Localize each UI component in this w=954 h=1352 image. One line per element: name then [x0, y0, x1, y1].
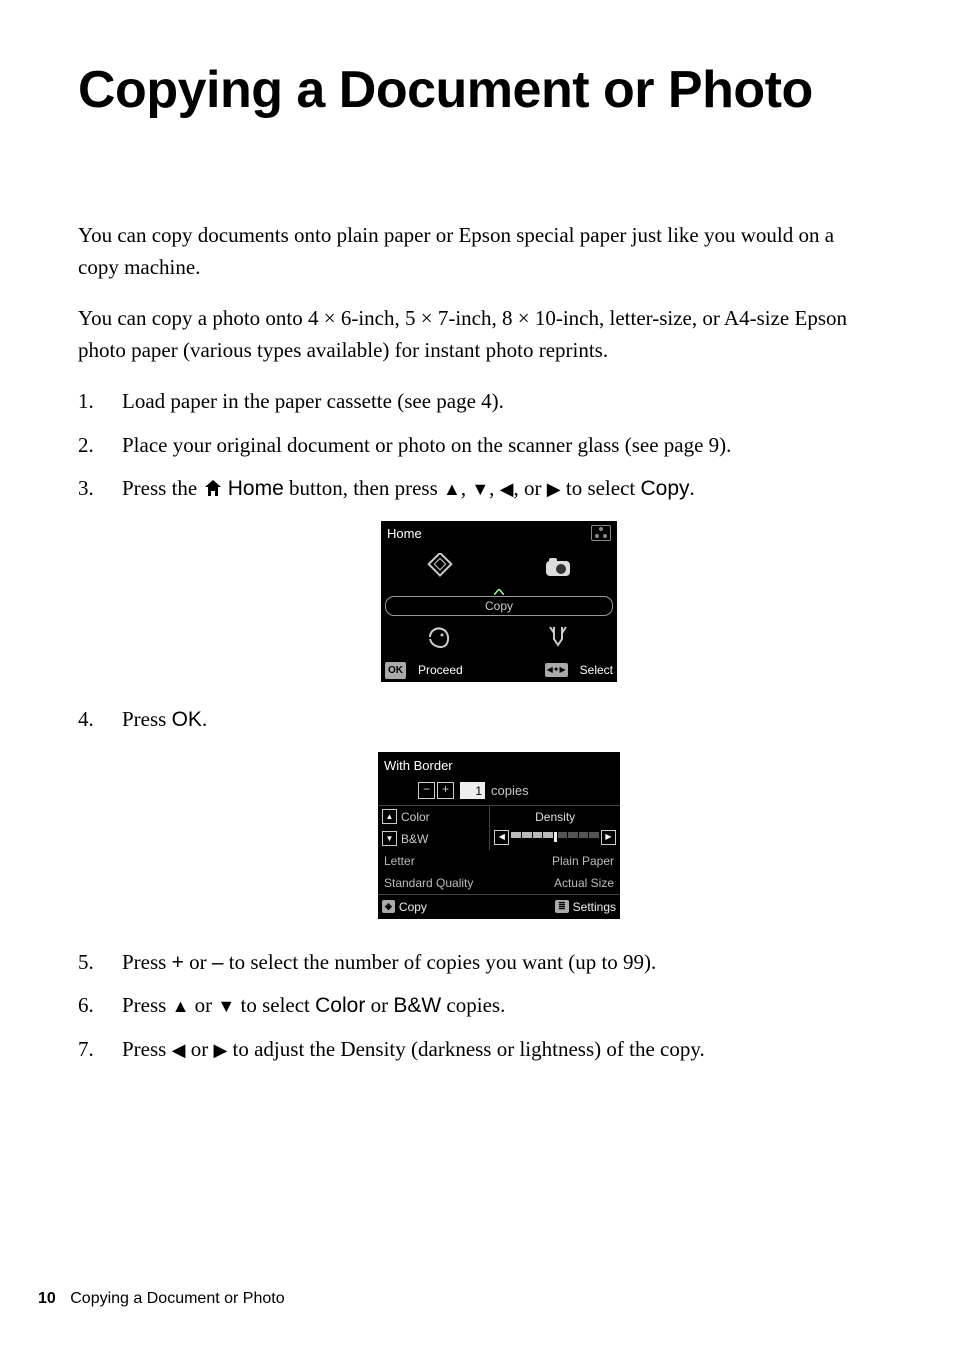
- intro-paragraph-2: You can copy a photo onto 4 × 6-inch, 5 …: [78, 303, 876, 366]
- step6-text-a: Press: [122, 993, 172, 1017]
- photo-menu-icon: [545, 557, 571, 577]
- footer-section-label: Copying a Document or Photo: [70, 1290, 284, 1307]
- right-triangle-icon: ▶: [547, 479, 561, 499]
- up-triangle-icon: ▲: [443, 479, 461, 499]
- step-3: Press the Home button, then press ▲, ▼, …: [78, 473, 876, 682]
- step6-text-c: copies.: [441, 993, 505, 1017]
- lcd-home-screenshot: Home Copy: [381, 521, 617, 683]
- lcd2-density-bar: ◀ ▶: [490, 828, 620, 847]
- step3-text-b: button, then press: [289, 476, 443, 500]
- step-5: Press + or – to select the number of cop…: [78, 947, 876, 979]
- copy-menu-icon: [426, 553, 454, 581]
- intro-paragraph-1: You can copy documents onto plain paper …: [78, 220, 876, 283]
- scan-menu-icon: [428, 625, 452, 649]
- steps-list: Load paper in the paper cassette (see pa…: [78, 386, 876, 1065]
- step3-text-c: , or: [514, 476, 547, 500]
- lcd-copy-screenshot: With Border −+ 1 copies ▲ Color ▼ B&W Dens…: [378, 752, 620, 919]
- step-1: Load paper in the paper cassette (see pa…: [78, 386, 876, 418]
- lcd2-color-label: Color: [401, 808, 430, 826]
- step-4: Press OK. With Border −+ 1 copies ▲ Color…: [78, 704, 876, 919]
- lcd2-copy-btn: Copy: [399, 898, 427, 916]
- lcd2-letter-label: Letter: [384, 852, 415, 870]
- step6-text-b: to select: [235, 993, 315, 1017]
- lcd2-density-label: Density: [535, 808, 575, 826]
- lcd-select-label: Select: [580, 661, 613, 679]
- lcd2-copies-count: 1: [460, 782, 485, 799]
- step4-text-a: Press: [122, 707, 172, 731]
- step4-text-b: .: [202, 707, 207, 731]
- lcd-arrows-badge: ◀✦▶: [545, 663, 568, 677]
- lcd2-up-icon: ▲: [382, 809, 397, 824]
- page-number: 10: [38, 1290, 56, 1307]
- lcd2-std-label: Standard Quality: [384, 874, 473, 892]
- up-triangle-icon: ▲: [172, 996, 190, 1016]
- step3-copy-label: Copy: [641, 477, 690, 500]
- lcd2-menu-badge: ≣: [555, 900, 569, 914]
- step7-text-a: Press: [122, 1037, 172, 1061]
- down-triangle-icon: ▼: [217, 996, 235, 1016]
- lcd-proceed-label: Proceed: [418, 661, 463, 679]
- lcd-home-title: Home: [387, 524, 422, 544]
- step3-text-d: to select: [566, 476, 641, 500]
- step5-text-a: Press: [122, 950, 172, 974]
- lcd2-right-icon: ▶: [601, 830, 616, 845]
- lcd2-down-icon: ▼: [382, 831, 397, 846]
- lcd2-plain-label: Plain Paper: [552, 852, 614, 870]
- step5-or: or: [184, 950, 212, 974]
- step5-plus: +: [172, 951, 184, 974]
- step3-text-e: .: [690, 476, 695, 500]
- left-triangle-icon: ◀: [172, 1040, 186, 1060]
- setup-menu-icon: [547, 625, 569, 649]
- step-2: Place your original document or photo on…: [78, 430, 876, 462]
- step3-text-a: Press the: [122, 476, 203, 500]
- step-7: Press ◀ or ▶ to adjust the Density (dark…: [78, 1034, 876, 1066]
- page-title: Copying a Document or Photo: [78, 60, 876, 120]
- step6-color: Color: [315, 994, 365, 1017]
- lcd2-copies-label: copies: [491, 781, 529, 801]
- caret-up-icon: [494, 589, 504, 595]
- page-footer: 10 Copying a Document or Photo: [38, 1290, 285, 1308]
- step-6: Press ▲ or ▼ to select Color or B&W copi…: [78, 990, 876, 1022]
- lcd2-bw-label: B&W: [401, 830, 428, 848]
- right-triangle-icon: ▶: [213, 1040, 227, 1060]
- lcd2-title: With Border: [378, 752, 620, 780]
- lcd2-start-badge: ◈: [382, 900, 395, 914]
- down-triangle-icon: ▼: [471, 479, 489, 499]
- step6-or2: or: [365, 993, 393, 1017]
- step7-text-b: to adjust the Density (darkness or light…: [227, 1037, 704, 1061]
- step5-text-b: to select the number of copies you want …: [224, 950, 657, 974]
- lcd2-actual-label: Actual Size: [554, 874, 614, 892]
- lcd2-settings-btn: Settings: [573, 898, 616, 916]
- step3-home-label: Home: [228, 477, 284, 500]
- printer-status-icon: [591, 525, 611, 541]
- lcd2-left-icon: ◀: [494, 830, 509, 845]
- step6-or: or: [189, 993, 217, 1017]
- lcd2-plusminus: −+: [418, 782, 454, 799]
- lcd-ok-badge: OK: [385, 662, 406, 679]
- lcd-copy-label: Copy: [385, 596, 613, 616]
- left-triangle-icon: ◀: [500, 479, 514, 499]
- step5-minus: –: [212, 951, 224, 974]
- step6-bw: B&W: [393, 994, 441, 1017]
- home-icon: [203, 479, 223, 497]
- step4-ok-label: OK: [172, 708, 202, 731]
- step7-or: or: [185, 1037, 213, 1061]
- page: Copying a Document or Photo You can copy…: [0, 0, 954, 1352]
